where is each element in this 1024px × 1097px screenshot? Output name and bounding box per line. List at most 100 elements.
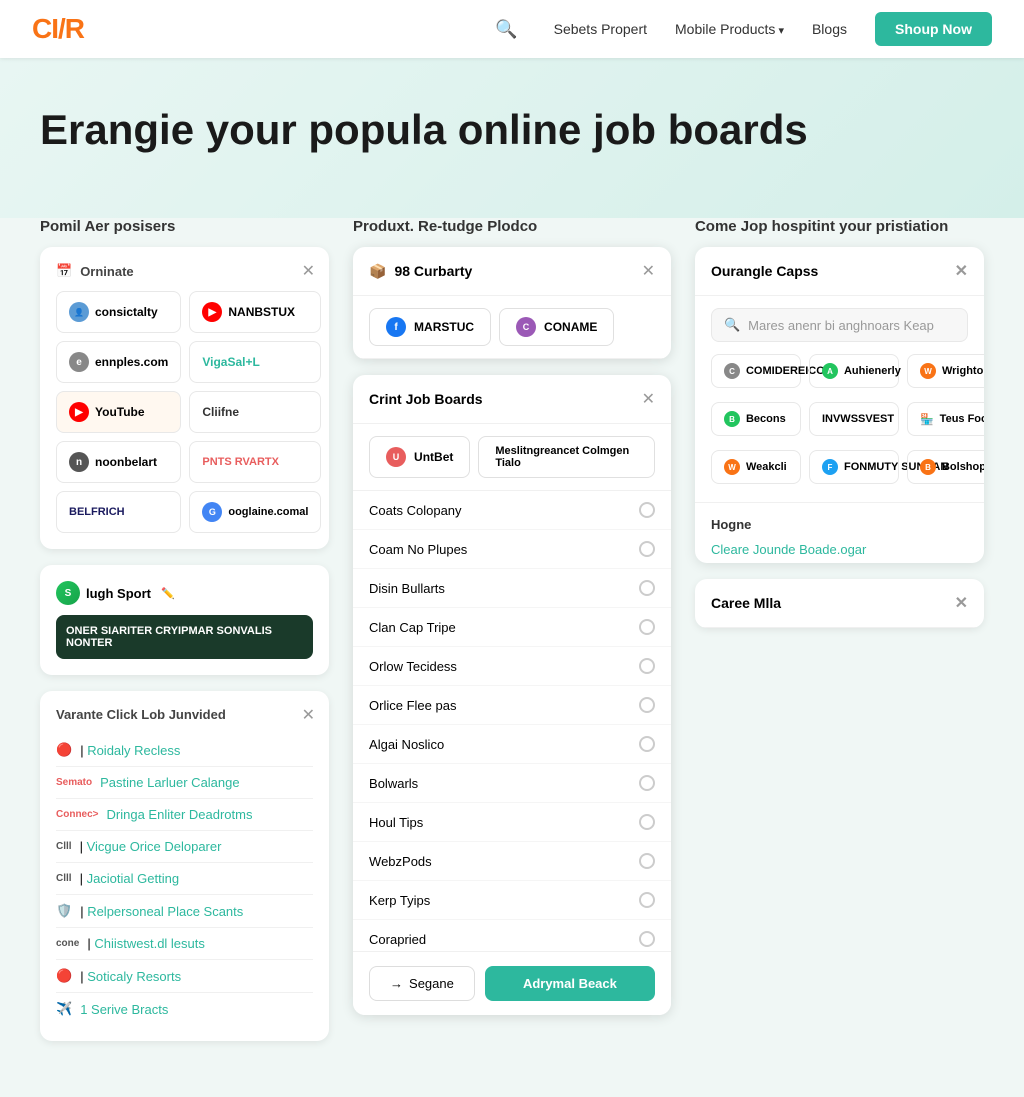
logo-icon-bolshop: B	[920, 459, 936, 475]
radio-8[interactable]	[639, 775, 655, 791]
sidebar-item-9[interactable]: ✈️ 1 Serive Bracts	[56, 993, 313, 1025]
logo-belfrich[interactable]: BELFRICH	[56, 491, 181, 533]
sidebar-item-4[interactable]: Clll | Vicgue Orice Deloparer	[56, 831, 313, 863]
hero-title: Erangie your popula online job boards	[40, 106, 984, 154]
radio-6[interactable]	[639, 697, 655, 713]
radio-10[interactable]	[639, 853, 655, 869]
sidebar-item-7[interactable]: cone | Chiistwest.dl lesuts	[56, 928, 313, 960]
logo-consictalty[interactable]: 👤 consictalty	[56, 291, 181, 333]
search-icon[interactable]: 🔍	[495, 19, 517, 40]
radio-9[interactable]	[639, 814, 655, 830]
right-logo-fonmuty[interactable]: F FONMUTY SUNDAN	[809, 450, 899, 484]
logo-icon-teus: 🏪	[920, 413, 934, 426]
radio-1[interactable]	[639, 502, 655, 518]
logo-icon-youtube: ▶	[69, 402, 89, 422]
right-logo-wrightonment[interactable]: W Wrightonment	[907, 354, 984, 388]
divider-1	[695, 502, 984, 503]
primary-button[interactable]: Adrymal Beack	[485, 966, 655, 1001]
bottom-right-close[interactable]: ✕	[955, 593, 968, 613]
left-card-2-close[interactable]: ✕	[302, 705, 315, 725]
logo-pnts[interactable]: PNTS RVARTX	[189, 441, 321, 483]
center-modal-close[interactable]: ✕	[642, 389, 655, 409]
cta-button[interactable]: Shoup Now	[875, 12, 992, 46]
center-top-card: 📦 98 Curbarty ✕ f MARSTUC C CONAME	[353, 247, 671, 359]
nav-link-blogs[interactable]: Blogs	[812, 21, 847, 37]
job-item-8[interactable]: Bolwarls	[353, 764, 671, 803]
logo-icon-coname: C	[516, 317, 536, 337]
secondary-button[interactable]: → Segane	[369, 966, 475, 1001]
right-card-close[interactable]: ✕	[955, 261, 968, 281]
job-item-2[interactable]: Coam No Plupes	[353, 530, 671, 569]
right-logo-bolshop[interactable]: B Bolshop	[907, 450, 984, 484]
job-item-4[interactable]: Clan Cap Tripe	[353, 608, 671, 647]
right-column: Come Jop hospitint your pristiation Oura…	[695, 218, 984, 628]
logo-vigasal[interactable]: VigaSal+L	[189, 341, 321, 383]
bottom-right-header: Caree Mlla ✕	[695, 579, 984, 628]
right-link-hogne[interactable]: Cleare Jounde Boade.ogar	[695, 536, 984, 563]
sidebar-item-6[interactable]: 🛡️ | Relpersoneal Place Scants	[56, 895, 313, 928]
sidebar-item-3[interactable]: Connec> Dringa Enliter Deadrotms	[56, 799, 313, 831]
sidebar-item-1[interactable]: 🔴 | Roidaly Recless	[56, 734, 313, 767]
right-logo-teus-fooms[interactable]: 🏪 Teus Fooms	[907, 402, 984, 436]
logo-icon-ooglaine: G	[202, 502, 222, 522]
right-logo-weakcli[interactable]: W Weakcli	[711, 450, 801, 484]
right-logo-auhienerly[interactable]: A Auhienerly	[809, 354, 899, 388]
right-logo-becons[interactable]: B Becons	[711, 402, 801, 436]
job-list: Coats Colopany Coam No Plupes Disin Bull…	[353, 491, 671, 951]
logo-noonbelart[interactable]: n noonbelart	[56, 441, 181, 483]
job-item-5[interactable]: Orlow Tecidess	[353, 647, 671, 686]
bottom-right-card: Caree Mlla ✕	[695, 579, 984, 628]
right-logo-invwssvest[interactable]: INVWSSVEST	[809, 402, 899, 436]
job-item-11[interactable]: Kerp Tyips	[353, 881, 671, 920]
top-logo-marstuc[interactable]: f MARSTUC	[369, 308, 491, 346]
sport-logo-banner[interactable]: ONER SIARITER CRYIPMAR SONVALIS NONTER	[56, 615, 313, 659]
nav-link-sebets[interactable]: Sebets Propert	[554, 21, 647, 37]
navbar: CI/R 🔍 Sebets Propert Mobile Products Bl…	[0, 0, 1024, 58]
sidebar-item-8[interactable]: 🔴 | Soticaly Resorts	[56, 960, 313, 993]
logo-icon-weakcli: W	[724, 459, 740, 475]
right-logo-comidereico[interactable]: C COMIDEREICO	[711, 354, 801, 388]
nav-link-mobile[interactable]: Mobile Products	[675, 21, 784, 37]
sidebar-item-5[interactable]: Clll | Jaciotial Getting	[56, 863, 313, 895]
left-section-title: Pomil Aer posisers	[40, 218, 329, 235]
job-item-6[interactable]: Orlice Flee pas	[353, 686, 671, 725]
logo-icon-untbet: U	[386, 447, 406, 467]
job-item-1[interactable]: Coats Colopany	[353, 491, 671, 530]
radio-2[interactable]	[639, 541, 655, 557]
radio-5[interactable]	[639, 658, 655, 674]
calendar-icon: 📅	[56, 263, 72, 279]
logo-icon-becons: B	[724, 411, 740, 427]
job-item-9[interactable]: Houl Tips	[353, 803, 671, 842]
logo-ennples[interactable]: e ennples.com	[56, 341, 181, 383]
logo-youtube[interactable]: ▶ YouTube	[56, 391, 181, 433]
radio-11[interactable]	[639, 892, 655, 908]
top-logo-coname[interactable]: C CONAME	[499, 308, 614, 346]
logo-icon-consictalty: 👤	[69, 302, 89, 322]
right-logos-row-2: B Becons INVWSSVEST 🏪 Teus Fooms ▶ Maorc…	[695, 402, 984, 446]
brand-cone: cone	[56, 938, 79, 949]
right-search-bar[interactable]: 🔍 Mares anenr bi anghnoars Keap	[711, 308, 968, 342]
center-modal-title: Crint Job Boards	[369, 391, 483, 407]
modal-logo-untbet[interactable]: U UntBet	[369, 436, 470, 478]
job-item-10[interactable]: WebzPods	[353, 842, 671, 881]
job-item-12[interactable]: Corapried	[353, 920, 671, 951]
logo-cliifne[interactable]: Cliifne	[189, 391, 321, 433]
radio-3[interactable]	[639, 580, 655, 596]
box-icon: 📦	[369, 263, 386, 280]
left-card-1-close[interactable]: ✕	[302, 261, 315, 281]
logo-nanbstux[interactable]: ▶ NANBSTUX	[189, 291, 321, 333]
modal-logo-meslit[interactable]: Meslitngreancet Colmgen Tialo	[478, 436, 655, 478]
job-item-3[interactable]: Disin Bullarts	[353, 569, 671, 608]
center-top-card-close[interactable]: ✕	[642, 261, 655, 281]
right-card-header: Ourangle Capss ✕	[695, 247, 984, 296]
job-item-7[interactable]: Algai Noslico	[353, 725, 671, 764]
center-modal-header: Crint Job Boards ✕	[353, 375, 671, 424]
sidebar-item-2[interactable]: Semato Pastine Larluer Calange	[56, 767, 313, 799]
logo-icon-marstuc: f	[386, 317, 406, 337]
radio-4[interactable]	[639, 619, 655, 635]
radio-7[interactable]	[639, 736, 655, 752]
modal-footer: → Segane Adrymal Beack	[353, 951, 671, 1015]
center-top-card-header: 📦 98 Curbarty ✕	[353, 247, 671, 296]
radio-12[interactable]	[639, 931, 655, 947]
logo-ooglaine[interactable]: G ooglaine.comal	[189, 491, 321, 533]
